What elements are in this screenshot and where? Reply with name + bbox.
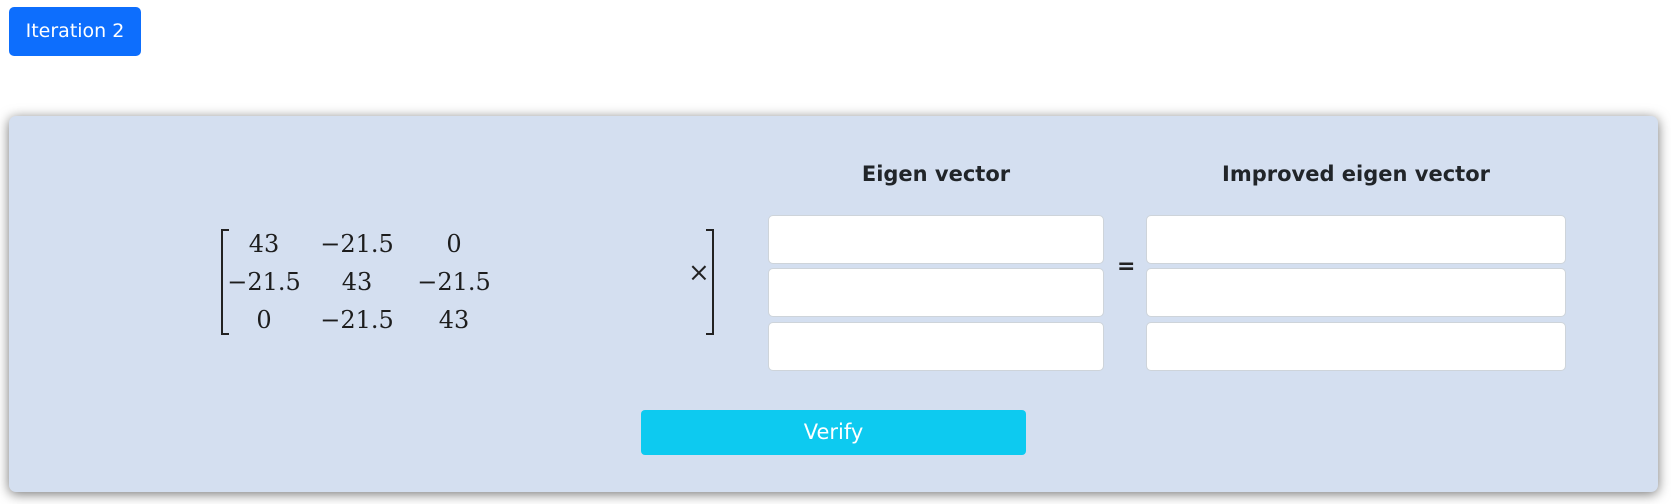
coefficient-matrix: 43 −21.5 0 −21.5 43 −21.5 0 −21.5 43 xyxy=(211,229,714,335)
equals-sign: = xyxy=(1117,254,1136,279)
eigen-vector-heading: Eigen vector xyxy=(861,162,1011,186)
matrix-cell: 43 xyxy=(248,230,280,258)
improved-eigen-vector-heading: Improved eigen vector xyxy=(1222,162,1490,186)
matrix-cell: −21.5 xyxy=(320,306,394,334)
verify-button[interactable]: Verify xyxy=(641,410,1026,455)
iteration-button[interactable]: Iteration 2 xyxy=(9,7,141,56)
matrix-cell: 0 xyxy=(256,306,272,334)
improved-eigen-vector-input-2[interactable] xyxy=(1146,268,1566,317)
matrix-cell: 43 xyxy=(438,306,470,334)
improved-eigen-vector-input-1[interactable] xyxy=(1146,215,1566,264)
matrix-cell: −21.5 xyxy=(227,268,301,296)
matrix-cell: −21.5 xyxy=(417,268,491,296)
matrix-cell: 0 xyxy=(446,230,462,258)
eigen-vector-input-1[interactable] xyxy=(768,215,1104,264)
eigen-vector-input-2[interactable] xyxy=(768,268,1104,317)
matrix-cell: −21.5 xyxy=(320,230,394,258)
eigen-vector-input-3[interactable] xyxy=(768,322,1104,371)
matrix-cell: 43 xyxy=(341,268,373,296)
improved-eigen-vector-input-3[interactable] xyxy=(1146,322,1566,371)
multiply-sign: × xyxy=(688,258,710,288)
